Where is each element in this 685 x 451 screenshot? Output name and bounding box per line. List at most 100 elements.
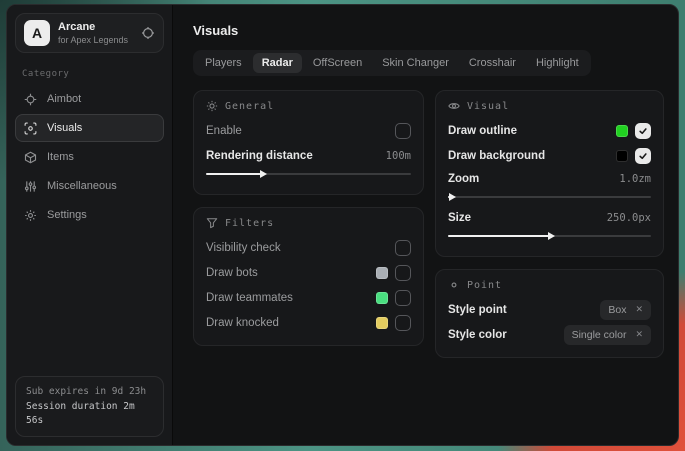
enable-row: Enable [206,119,411,142]
tab-radar[interactable]: Radar [253,53,302,73]
general-panel: General Enable Rendering distance 100m [193,90,424,195]
draw-knocked-label: Draw knocked [206,317,376,329]
tab-offscreen[interactable]: OffScreen [304,53,371,73]
visibility-check-checkbox[interactable] [395,240,411,256]
game-background: A Arcane for Apex Legends Category [0,0,685,451]
tab-bar: Players Radar OffScreen Skin Changer Cro… [193,50,591,76]
zoom-value: 1.0zm [619,173,651,185]
draw-background-checkbox[interactable] [635,148,651,164]
eye-scan-icon [24,122,37,135]
sidebar-item-miscellaneous[interactable]: Miscellaneous [15,172,164,200]
session-duration-text: Session duration 2m 56s [26,400,153,429]
visual-panel-header: Visual [448,100,651,112]
page-title: Visuals [193,23,664,38]
rendering-distance-slider[interactable] [206,169,411,179]
sidebar-item-label: Miscellaneous [47,180,117,192]
eye-icon [448,100,460,112]
style-point-label: Style point [448,304,600,316]
visibility-check-row: Visibility check [206,236,411,259]
panel-title: Point [467,280,502,291]
sidebar-item-settings[interactable]: Settings [15,201,164,229]
sidebar-nav: Aimbot Visuals [15,85,164,229]
color-swatch[interactable] [616,150,628,162]
cube-icon [24,151,37,164]
draw-knocked-checkbox[interactable] [395,315,411,331]
left-column: General Enable Rendering distance 100m [193,90,424,346]
sidebar-item-label: Items [47,151,74,163]
rendering-distance-label: Rendering distance [206,150,386,162]
draw-bots-row: Draw bots [206,261,411,284]
tab-skin-changer[interactable]: Skin Changer [373,53,458,73]
style-point-select[interactable]: Box ✕ [600,300,651,320]
visibility-check-label: Visibility check [206,242,395,254]
arcane-window: A Arcane for Apex Legends Category [6,4,679,446]
rendering-distance-value: 100m [386,150,411,162]
slider-thumb[interactable] [260,170,267,178]
clear-icon[interactable]: ✕ [635,329,643,340]
app-logo: A [24,20,50,46]
color-swatch[interactable] [376,317,388,329]
tab-players[interactable]: Players [196,53,251,73]
sidebar-item-items[interactable]: Items [15,143,164,171]
panel-title: Visual [467,101,509,112]
subscription-status: Sub expires in 9d 23h Session duration 2… [15,376,164,437]
draw-knocked-row: Draw knocked [206,311,411,334]
rendering-distance-row: Rendering distance 100m [206,144,411,167]
color-swatch[interactable] [376,292,388,304]
style-color-select[interactable]: Single color ✕ [564,325,651,345]
draw-bots-label: Draw bots [206,267,376,279]
draw-bots-checkbox[interactable] [395,265,411,281]
draw-background-row: Draw background [448,144,651,167]
general-panel-header: General [206,100,411,112]
style-point-value: Box [608,304,626,316]
dot-icon [448,279,460,291]
zoom-row: Zoom 1.0zm [448,167,651,190]
style-color-value: Single color [572,329,627,341]
point-panel-header: Point [448,279,651,291]
main-area: Visuals Players Radar OffScreen Skin Cha… [173,5,678,445]
clear-icon[interactable]: ✕ [635,304,643,315]
sun-icon [206,100,218,112]
category-label: Category [22,69,164,79]
style-color-label: Style color [448,329,564,341]
sliders-icon [24,180,37,193]
content: General Enable Rendering distance 100m [193,90,664,358]
sidebar-item-label: Aimbot [47,93,81,105]
draw-teammates-row: Draw teammates [206,286,411,309]
draw-teammates-label: Draw teammates [206,292,376,304]
draw-outline-row: Draw outline [448,119,651,142]
draw-teammates-checkbox[interactable] [395,290,411,306]
size-slider[interactable] [448,231,651,241]
app-subtitle: for Apex Legends [58,35,128,45]
panel-title: General [225,101,274,112]
size-label: Size [448,212,607,224]
app-title: Arcane [58,21,128,33]
zoom-slider[interactable] [448,192,651,202]
crosshair-icon[interactable] [141,26,155,40]
sub-expires-text: Sub expires in 9d 23h [26,385,153,399]
tab-highlight[interactable]: Highlight [527,53,588,73]
panel-title: Filters [225,218,274,229]
style-color-row: Style color Single color ✕ [448,323,651,346]
draw-outline-checkbox[interactable] [635,123,651,139]
crosshair-icon [24,93,37,106]
slider-thumb[interactable] [548,232,555,240]
sidebar-item-aimbot[interactable]: Aimbot [15,85,164,113]
right-column: Visual Draw outline Draw background [435,90,664,358]
color-swatch[interactable] [376,267,388,279]
sidebar-item-visuals[interactable]: Visuals [15,114,164,142]
sidebar-item-label: Visuals [47,122,82,134]
color-swatch[interactable] [616,125,628,137]
enable-checkbox[interactable] [395,123,411,139]
logo-text: Arcane for Apex Legends [58,21,128,45]
slider-thumb[interactable] [449,193,456,201]
zoom-label: Zoom [448,173,619,185]
visual-panel: Visual Draw outline Draw background [435,90,664,257]
tab-crosshair[interactable]: Crosshair [460,53,525,73]
sidebar: A Arcane for Apex Legends Category [7,5,173,445]
size-value: 250.0px [607,212,651,224]
enable-label: Enable [206,125,395,137]
filters-panel-header: Filters [206,217,411,229]
gear-icon [24,209,37,222]
filters-panel: Filters Visibility check Draw bots [193,207,424,346]
